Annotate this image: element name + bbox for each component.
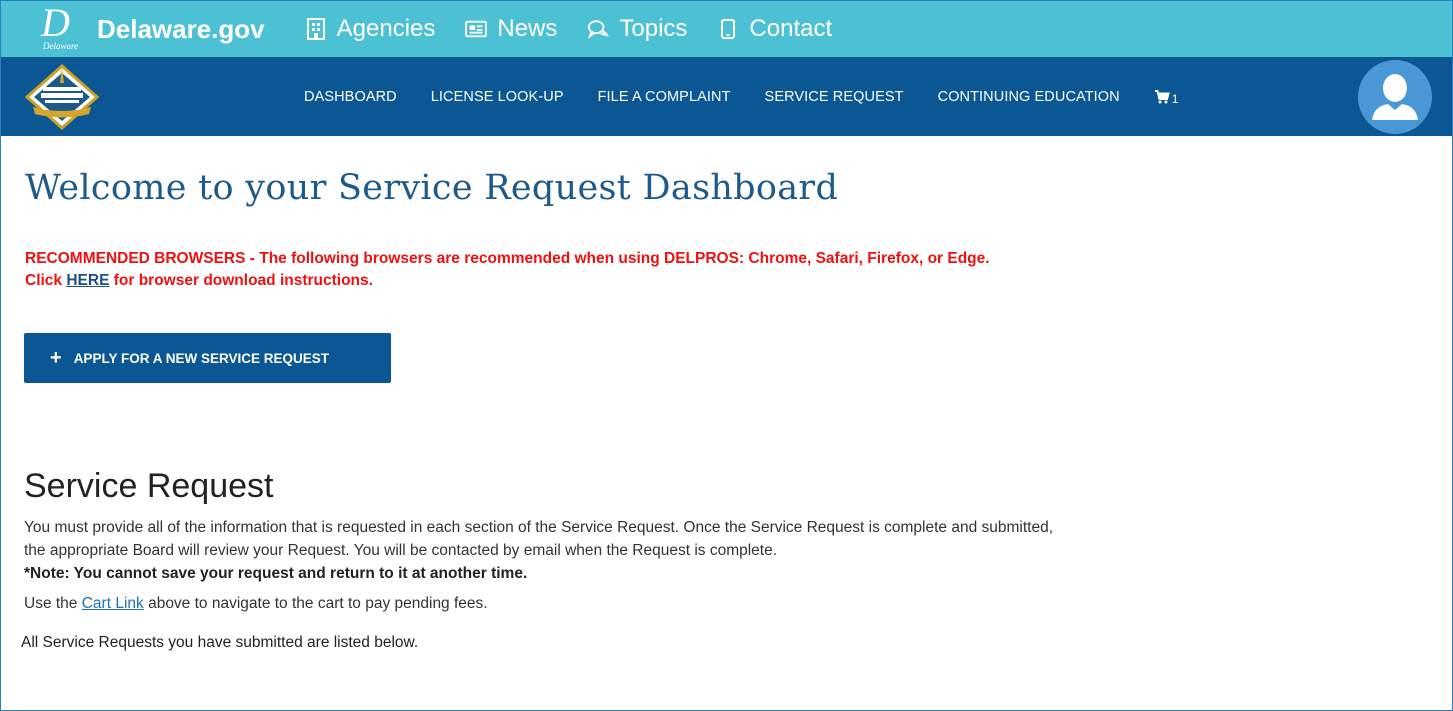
cart-icon <box>1154 89 1170 103</box>
cart-link[interactable]: 1 <box>1154 89 1179 106</box>
nav-dashboard[interactable]: DASHBOARD <box>304 89 397 105</box>
submitted-requests-text: All Service Requests you have submitted … <box>21 634 419 651</box>
cart-text-link[interactable]: Cart Link <box>82 595 144 612</box>
phone-icon <box>717 18 739 40</box>
nav-items: DASHBOARD LICENSE LOOK-UP FILE A COMPLAI… <box>304 89 1179 106</box>
user-icon <box>1372 74 1418 120</box>
plus-icon: + <box>50 347 62 369</box>
cart-after-text: above to navigate to the cart to pay pen… <box>143 595 488 612</box>
topics-link[interactable]: Topics <box>587 15 687 43</box>
warning-line: RECOMMENDED BROWSERS - The following bro… <box>25 250 990 267</box>
apply-button-label: APPLY FOR A NEW SERVICE REQUEST <box>73 350 329 366</box>
building-icon <box>305 18 327 40</box>
chat-icon <box>587 18 610 40</box>
apply-new-service-request-button[interactable]: + APPLY FOR A NEW SERVICE REQUEST <box>24 333 391 383</box>
nav-file-complaint[interactable]: FILE A COMPLAINT <box>598 89 731 105</box>
seal-text: Delaware <box>43 41 79 51</box>
service-request-description: You must provide all of the information … <box>24 516 1429 585</box>
agencies-link[interactable]: Agencies <box>305 15 436 43</box>
main-nav-bar: DASHBOARD LICENSE LOOK-UP FILE A COMPLAI… <box>1 57 1452 136</box>
delaware-seal-icon: D Delaware <box>39 3 83 52</box>
description-line: You must provide all of the information … <box>24 519 1054 536</box>
save-note: *Note: You cannot save your request and … <box>24 565 528 582</box>
delaware-gov-home-link[interactable]: D Delaware Delaware.gov <box>39 3 305 52</box>
contact-link[interactable]: Contact <box>717 15 832 43</box>
site-title: Delaware.gov <box>97 13 265 44</box>
division-badge-icon <box>24 63 100 131</box>
browser-instructions-link[interactable]: HERE <box>66 272 109 289</box>
newspaper-icon <box>465 18 488 40</box>
warning-after-text: for browser download instructions. <box>109 272 373 289</box>
news-label: News <box>497 15 558 42</box>
page-title: Welcome to your Service Request Dashboar… <box>25 168 839 208</box>
page-frame: D Delaware Delaware.gov Agencies News To… <box>0 0 1453 711</box>
nav-continuing-education[interactable]: CONTINUING EDUCATION <box>938 89 1120 105</box>
description-line: the appropriate Board will review your R… <box>24 542 778 559</box>
gov-header-bar: D Delaware Delaware.gov Agencies News To… <box>1 1 1452 57</box>
cart-count: 1 <box>1171 91 1179 106</box>
news-link[interactable]: News <box>465 15 557 43</box>
browser-warning: RECOMMENDED BROWSERS - The following bro… <box>25 248 1429 292</box>
main-content: Welcome to your Service Request Dashboar… <box>1 168 1452 652</box>
topics-label: Topics <box>619 15 688 42</box>
nav-service-request[interactable]: SERVICE REQUEST <box>765 89 904 105</box>
section-title: Service Request <box>24 467 274 505</box>
cart-before-text: Use the <box>24 595 82 612</box>
contact-label: Contact <box>749 15 833 42</box>
professional-regulation-logo[interactable] <box>23 63 101 131</box>
warning-click-text: Click <box>25 272 67 289</box>
nav-license-lookup[interactable]: LICENSE LOOK-UP <box>431 89 564 105</box>
cart-instructions: Use the Cart Link above to navigate to t… <box>24 595 1429 613</box>
user-avatar[interactable] <box>1358 60 1432 134</box>
seal-letter: D <box>41 0 70 45</box>
warning-instructions: Click HERE for browser download instruct… <box>25 270 1429 292</box>
agencies-label: Agencies <box>336 15 436 42</box>
